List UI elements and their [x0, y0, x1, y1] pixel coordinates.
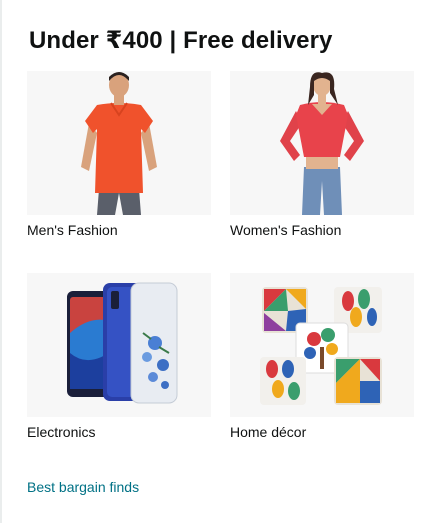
card-title: Under ₹400 | Free delivery — [29, 27, 333, 54]
tile-mens-fashion[interactable]: Men's Fashion — [27, 71, 211, 238]
tile-electronics[interactable]: Electronics — [27, 273, 211, 440]
best-bargain-finds-link[interactable]: Best bargain finds — [27, 479, 139, 495]
tile-home-decor[interactable]: Home décor — [230, 273, 414, 440]
tile-label: Women's Fashion — [230, 222, 342, 238]
electronics-image[interactable] — [27, 273, 211, 417]
home-decor-image[interactable] — [230, 273, 414, 417]
tile-label: Electronics — [27, 424, 96, 440]
deal-card: Under ₹400 | Free delivery Men's Fashion — [2, 0, 438, 523]
tile-label: Men's Fashion — [27, 222, 118, 238]
mens-fashion-image[interactable] — [27, 71, 211, 215]
womens-fashion-image[interactable] — [230, 71, 414, 215]
tile-womens-fashion[interactable]: Women's Fashion — [230, 71, 414, 238]
tile-label: Home décor — [230, 424, 307, 440]
